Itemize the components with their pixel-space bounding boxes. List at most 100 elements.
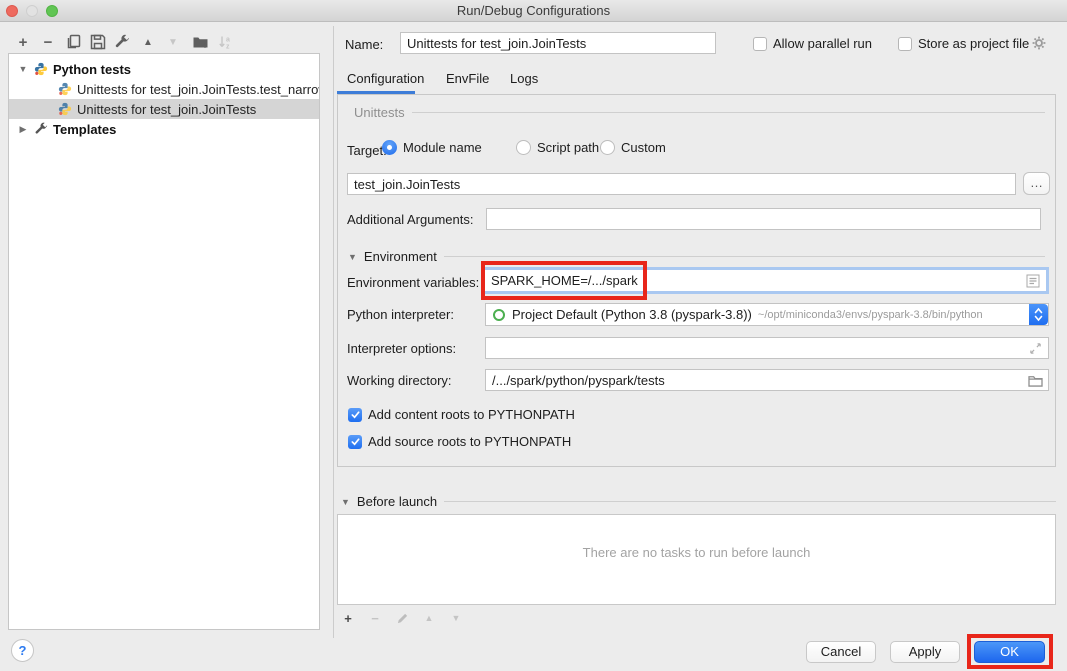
remove-configuration-button[interactable]: − — [39, 33, 57, 51]
tree-item-test-narrow[interactable]: Unittests for test_join.JoinTests.test_n… — [9, 79, 319, 99]
target-script-option: Script path — [516, 140, 599, 155]
copy-icon — [66, 34, 82, 50]
browse-folder-button[interactable] — [1026, 374, 1044, 387]
svg-text:z: z — [226, 44, 230, 51]
minus-icon: − — [371, 611, 379, 626]
expanded-twisty-icon[interactable]: ▼ — [17, 64, 29, 74]
tree-item-label[interactable]: Unittests for test_join.JoinTests — [77, 102, 256, 117]
before-launch-task-list[interactable]: There are no tasks to run before launch — [337, 514, 1056, 605]
working-directory-input[interactable] — [486, 370, 1026, 390]
run-debug-configurations-dialog: Run/Debug Configurations + − ▲ ▼ az ▼ Py… — [0, 0, 1067, 671]
allow-parallel-run-row: Allow parallel run — [753, 36, 872, 51]
interpreter-options-field — [485, 337, 1049, 359]
templates-wrench-icon — [34, 122, 48, 136]
gear-icon — [1031, 35, 1047, 51]
tree-item-jointests-selected[interactable]: Unittests for test_join.JoinTests — [9, 99, 319, 119]
script-path-radio[interactable] — [516, 140, 531, 155]
edit-templates-button[interactable] — [113, 33, 131, 51]
tree-group-label[interactable]: Templates — [53, 122, 116, 137]
move-task-down-button[interactable]: ▼ — [449, 611, 463, 625]
move-up-button[interactable]: ▲ — [139, 33, 157, 51]
before-launch-toolbar: + − ▲ ▼ — [341, 611, 463, 625]
add-source-roots-label[interactable]: Add source roots to PYTHONPATH — [368, 434, 571, 449]
section-collapse-icon[interactable]: ▼ — [341, 497, 350, 507]
ellipsis-icon: … — [1030, 175, 1043, 190]
interpreter-options-input[interactable] — [486, 338, 1026, 358]
tree-item-label[interactable]: Unittests for test_join.JoinTests.test_n… — [77, 82, 319, 97]
arrow-up-icon: ▲ — [425, 613, 434, 623]
tab-logs[interactable]: Logs — [510, 71, 538, 86]
tab-configuration[interactable]: Configuration — [347, 71, 424, 86]
save-configuration-button[interactable] — [89, 33, 107, 51]
sort-configurations-button[interactable]: az — [216, 33, 234, 51]
environment-section-label: Environment — [364, 249, 437, 264]
arrow-up-icon: ▲ — [143, 37, 153, 48]
environment-section-header: ▼ Environment — [348, 249, 1045, 264]
expand-field-button[interactable] — [1026, 342, 1044, 355]
module-name-radio[interactable] — [382, 140, 397, 155]
module-name-input[interactable] — [347, 173, 1016, 195]
section-divider-line — [444, 501, 1056, 502]
close-button[interactable] — [6, 5, 18, 17]
additional-arguments-input[interactable] — [486, 208, 1041, 230]
add-task-button[interactable]: + — [341, 611, 355, 625]
move-task-up-button[interactable]: ▲ — [422, 611, 436, 625]
name-label: Name: — [345, 37, 383, 52]
help-button[interactable]: ? — [11, 639, 34, 662]
source-roots-row: Add source roots to PYTHONPATH — [348, 434, 571, 449]
add-content-roots-checkbox[interactable] — [348, 408, 362, 422]
configurations-tree: ▼ Python tests Unittests for test_join.J… — [8, 53, 320, 630]
title-bar[interactable]: Run/Debug Configurations — [0, 0, 1067, 22]
folder-plus-icon — [192, 34, 209, 50]
remove-task-button[interactable]: − — [368, 611, 382, 625]
create-folder-button[interactable] — [191, 33, 209, 51]
add-content-roots-label[interactable]: Add content roots to PYTHONPATH — [368, 407, 575, 422]
python-icon — [34, 62, 48, 76]
section-collapse-icon[interactable]: ▼ — [348, 252, 357, 262]
ok-button[interactable]: OK — [974, 641, 1045, 663]
minus-icon: − — [44, 34, 53, 51]
allow-parallel-run-checkbox[interactable] — [753, 37, 767, 51]
minimize-button[interactable] — [26, 5, 38, 17]
python-interpreter-select[interactable]: Project Default (Python 3.8 (pyspark-3.8… — [485, 303, 1049, 326]
browse-module-button[interactable]: … — [1023, 172, 1050, 195]
custom-label[interactable]: Custom — [621, 140, 666, 155]
copy-configuration-button[interactable] — [65, 33, 83, 51]
module-name-label[interactable]: Module name — [403, 140, 482, 155]
content-roots-row: Add content roots to PYTHONPATH — [348, 407, 575, 422]
view-variables-button[interactable] — [1024, 274, 1042, 288]
tab-envfile[interactable]: EnvFile — [446, 71, 489, 86]
add-configuration-button[interactable]: + — [14, 33, 32, 51]
conda-environment-icon — [493, 309, 505, 321]
name-field-wrap — [400, 32, 716, 54]
edit-task-button[interactable] — [395, 611, 409, 625]
custom-radio[interactable] — [600, 140, 615, 155]
tree-group-label[interactable]: Python tests — [53, 62, 131, 77]
check-icon — [350, 436, 361, 447]
python-interpreter-label: Python interpreter: — [347, 307, 454, 322]
before-launch-empty-message: There are no tasks to run before launch — [583, 545, 811, 560]
working-directory-field — [485, 369, 1049, 391]
tree-group-templates[interactable]: ▶ Templates — [9, 119, 319, 139]
move-down-button[interactable]: ▼ — [164, 33, 182, 51]
collapsed-twisty-icon[interactable]: ▶ — [17, 124, 29, 135]
cancel-button[interactable]: Cancel — [806, 641, 876, 663]
apply-button[interactable]: Apply — [890, 641, 960, 663]
panel-divider — [333, 26, 334, 638]
target-module-option: Module name — [382, 140, 482, 155]
allow-parallel-run-label[interactable]: Allow parallel run — [773, 36, 872, 51]
environment-variables-field — [482, 267, 1049, 294]
tree-group-python-tests[interactable]: ▼ Python tests — [9, 59, 319, 79]
target-custom-option: Custom — [600, 140, 666, 155]
store-as-project-file-checkbox[interactable] — [898, 37, 912, 51]
environment-variables-input[interactable] — [485, 270, 1024, 291]
add-source-roots-checkbox[interactable] — [348, 435, 362, 449]
section-divider-line — [444, 256, 1045, 257]
store-as-project-file-label[interactable]: Store as project file — [918, 36, 1029, 51]
question-icon: ? — [19, 643, 27, 658]
script-path-label[interactable]: Script path — [537, 140, 599, 155]
zoom-button[interactable] — [46, 5, 58, 17]
store-options-button[interactable] — [1031, 35, 1047, 54]
name-input[interactable] — [400, 32, 716, 54]
select-chevrons-icon — [1029, 304, 1048, 325]
